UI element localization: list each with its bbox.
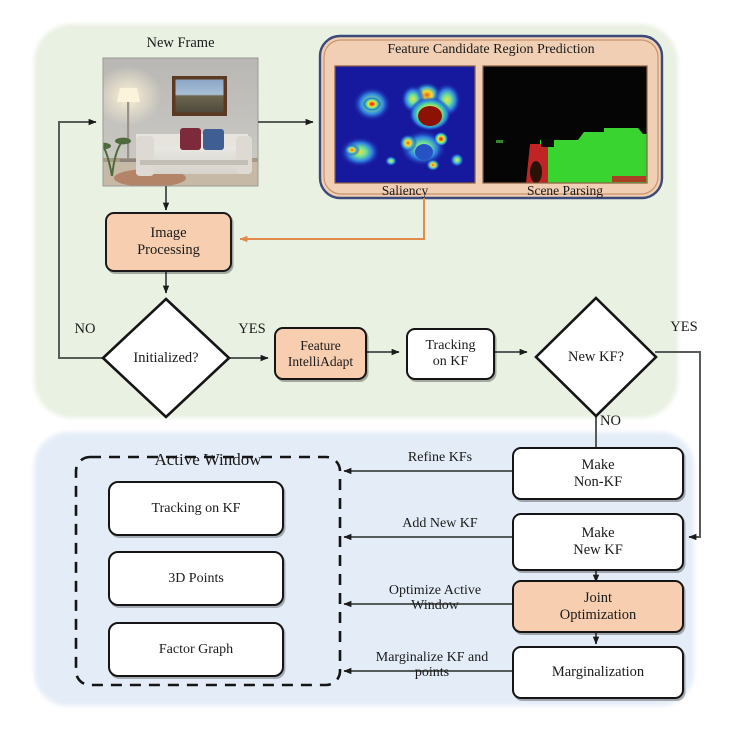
node-make-new-kf[interactable]: Make New KF [512,513,684,571]
node-make-non-kf[interactable]: Make Non-KF [512,447,684,500]
feature-candidate-region-panel [318,34,664,200]
new-frame-image [102,57,259,187]
edge-label-newkf-no: NO [600,413,621,429]
edge-label-initialized-no: NO [74,321,96,337]
saliency-image [335,66,475,183]
active-window-item-3d-points[interactable]: 3D Points [108,551,284,606]
node-joint-optimization[interactable]: Joint Optimization [512,580,684,633]
node-tracking-on-kf[interactable]: Tracking on KF [406,328,495,380]
edge-label-add-new-kf: Add New KF [402,516,478,531]
edge-label-newkf-yes: YES [670,319,698,335]
edge-label-marginalize: Marginalize KF and points [375,650,489,681]
node-feature-intelliadapt[interactable]: Feature IntelliAdapt [274,327,367,380]
edge-label-refine-kfs: Refine KFs [407,450,473,465]
scene-parsing-image [483,66,647,183]
active-window-item-factor-graph[interactable]: Factor Graph [108,622,284,677]
edge-label-optimize-active-window: Optimize Active Window [388,583,482,614]
active-window-item-tracking-on-kf[interactable]: Tracking on KF [108,481,284,536]
prediction-panel-title: Feature Candidate Region Prediction [387,42,595,57]
edge-label-initialized-yes: YES [238,321,266,337]
node-marginalization[interactable]: Marginalization [512,646,684,699]
node-image-processing[interactable]: Image Processing [105,212,232,272]
figure-canvas: New Frame Feature Candidate Region Predi… [0,0,736,733]
